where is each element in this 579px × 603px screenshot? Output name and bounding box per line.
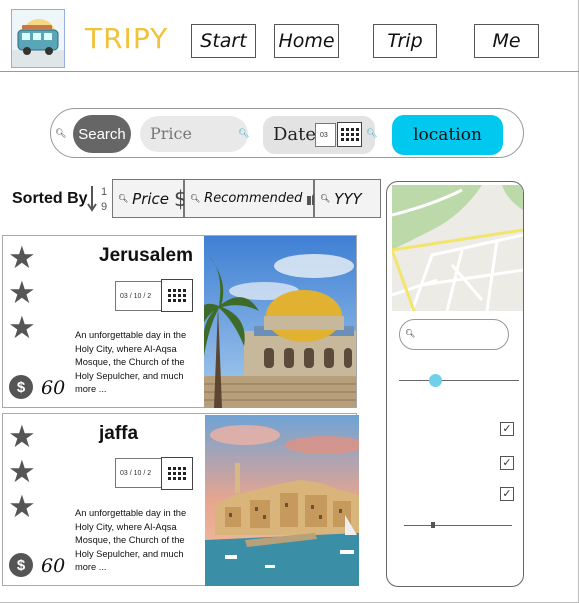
sort-recommended-option[interactable]: 🔍︎ Recommended: [184, 179, 324, 218]
star-icon: ★: [8, 489, 36, 524]
search-icon: 🔍︎: [405, 329, 416, 338]
price-slider-handle[interactable]: [429, 374, 442, 387]
trip-date-field[interactable]: 03 / 10 / 2: [115, 281, 162, 311]
panel-search-input[interactable]: 🔍︎: [399, 319, 509, 350]
brand-title: TRIPY: [85, 22, 169, 55]
sort-price-label: Price: [132, 189, 170, 208]
star-icon: ★: [8, 419, 36, 454]
map-view[interactable]: [390, 185, 523, 312]
sort-icon[interactable]: 1 9: [87, 184, 111, 213]
search-icon: 🔍︎: [118, 194, 129, 203]
price-placeholder: Price: [150, 124, 192, 143]
range-slider-track[interactable]: [404, 525, 512, 526]
sorted-by-label: Sorted By: [12, 190, 88, 207]
checkbox-icon[interactable]: ✓: [500, 487, 514, 501]
checkbox-icon[interactable]: ✓: [500, 422, 514, 436]
dollar-icon: $: [9, 553, 33, 577]
search-button[interactable]: Search: [73, 115, 131, 153]
nav-start-button[interactable]: Start: [191, 24, 256, 58]
trip-title: jaffa: [99, 423, 139, 444]
sort-price-option[interactable]: 🔍︎ Price $: [112, 179, 187, 218]
calendar-icon[interactable]: [161, 279, 193, 312]
date-label: Date: [273, 124, 317, 145]
star-rating: ★ ★ ★: [8, 240, 38, 345]
trip-description: An unforgettable day in the Holy City, w…: [75, 330, 187, 394]
date-field[interactable]: 03: [315, 123, 336, 147]
range-slider-handle[interactable]: [431, 522, 436, 528]
checkbox-icon[interactable]: ✓: [500, 456, 514, 470]
trip-card-jerusalem[interactable]: ★ ★ ★ Jerusalem 03 / 10 / 2 An unforgett…: [2, 235, 357, 408]
search-icon: 🔍︎: [190, 194, 201, 203]
date-picker[interactable]: Date 03: [263, 116, 375, 154]
nav-me-button[interactable]: Me: [474, 24, 539, 58]
trip-date-field[interactable]: 03 / 10 / 2: [115, 458, 162, 488]
trip-title: Jerusalem: [99, 245, 194, 266]
trip-price: 60: [41, 377, 66, 399]
jaffa-photo: [205, 415, 359, 586]
logo: [11, 9, 65, 68]
tripy-page: TRIPY Start Home Trip Me 🔍︎ Search Price…: [0, 0, 579, 603]
location-button[interactable]: location: [392, 115, 503, 155]
sort-yyy-option[interactable]: 🔍︎ YYY: [314, 179, 381, 218]
sort-order-top: 1: [101, 186, 107, 198]
jerusalem-photo: [204, 236, 356, 408]
date-search-icon: 🔍︎: [366, 128, 378, 138]
trip-description: An unforgettable day in the Holy City, w…: [75, 508, 187, 572]
sort-yyy-label: YYY: [334, 189, 362, 208]
sort-order-bottom: 9: [101, 201, 107, 212]
trip-card-jaffa[interactable]: ★ ★ ★ jaffa 03 / 10 / 2 An unforgettable…: [2, 413, 359, 586]
price-input[interactable]: Price: [140, 116, 248, 152]
filter-panel: 🔍︎ ✓ ✓ ✓: [386, 181, 524, 587]
price-slider-track[interactable]: [399, 380, 519, 381]
calendar-icon[interactable]: [337, 122, 362, 147]
calendar-icon[interactable]: [161, 457, 193, 490]
trip-price: 60: [41, 555, 66, 577]
search-icon: 🔍︎: [55, 128, 67, 138]
nav-home-button[interactable]: Home: [274, 24, 339, 58]
sort-recommended-label: Recommended: [204, 191, 303, 206]
price-search-icon: 🔍︎: [238, 128, 250, 138]
search-icon: 🔍︎: [320, 194, 331, 203]
star-icon: ★: [8, 275, 36, 310]
star-icon: ★: [8, 454, 36, 489]
star-icon: ★: [8, 240, 36, 275]
header-divider: [0, 71, 579, 72]
nav-trip-button[interactable]: Trip: [373, 24, 437, 58]
star-icon: ★: [8, 310, 36, 345]
dollar-icon: $: [9, 375, 33, 399]
star-rating: ★ ★ ★: [8, 419, 38, 524]
